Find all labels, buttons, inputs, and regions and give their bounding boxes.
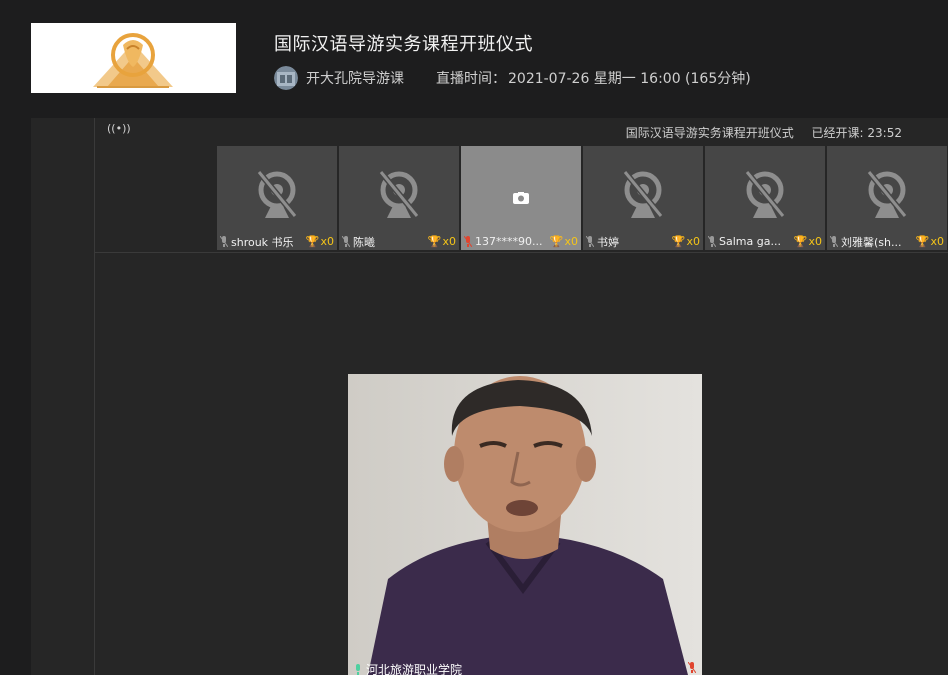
presenter-name: 河北旅游职业学院	[366, 663, 463, 675]
participant-name: Salma ga...	[719, 235, 781, 248]
classroom-status-bar: ((•)) 国际汉语导游实务课程开班仪式 已经开课: 23:52	[95, 118, 948, 146]
tile-footer: 陈曦 🏆 x0	[339, 233, 459, 250]
camera-off-icon	[744, 170, 786, 218]
course-logo	[31, 23, 236, 93]
mic-muted-icon	[342, 236, 350, 247]
left-rail	[31, 118, 95, 675]
trophy-count: x0	[442, 235, 456, 248]
elapsed-value: 23:52	[867, 126, 902, 140]
mic-active-icon	[356, 664, 360, 675]
trophy-icon: 🏆	[793, 235, 808, 248]
mic-muted-icon	[708, 236, 716, 247]
classroom-panel: ((•)) 国际汉语导游实务课程开班仪式 已经开课: 23:52 shrouk …	[31, 118, 948, 675]
participant-name: 陈曦	[353, 235, 375, 249]
tile-footer: 书婷 🏆 x0	[583, 233, 703, 250]
trophy-icon: 🏆	[671, 235, 686, 248]
camera-off-icon	[866, 170, 908, 218]
trophy-icon: 🏆	[427, 235, 442, 248]
trophy-icon: 🏆	[305, 235, 320, 248]
trophy-count: x0	[564, 235, 578, 248]
main-presenter-video[interactable]: 河北旅游职业学院	[348, 374, 702, 675]
course-title: 国际汉语导游实务课程开班仪式	[274, 34, 533, 55]
camera-paused-icon	[513, 192, 529, 204]
participant-name: shrouk 书乐	[231, 235, 294, 249]
participant-tile[interactable]: 书婷 🏆 x0	[583, 146, 703, 250]
teacher-avatar[interactable]	[274, 66, 298, 90]
participant-tile[interactable]: 刘雅馨(sh... 🏆 x0	[827, 146, 947, 250]
elapsed-label: 已经开课:	[811, 126, 864, 140]
teacher-name[interactable]: 开大孔院导游课	[306, 68, 404, 88]
mic-muted-red-icon	[464, 236, 472, 247]
presenter-label: 河北旅游职业学院	[354, 661, 462, 675]
participant-name: 刘雅馨(sh...	[841, 235, 902, 249]
participant-tile[interactable]: Salma ga... 🏆 x0	[705, 146, 825, 250]
trophy-count: x0	[686, 235, 700, 248]
tile-footer: Salma ga... 🏆 x0	[705, 233, 825, 250]
live-class-page: 国际汉语导游实务课程开班仪式 开大孔院导游课 直播时间： 2021-07-26 …	[0, 0, 948, 675]
trophy-count: x0	[930, 235, 944, 248]
camera-off-icon	[256, 170, 298, 218]
trophy-icon: 🏆	[549, 235, 564, 248]
camera-off-icon	[378, 170, 420, 218]
mic-muted-icon	[586, 236, 594, 247]
broadcast-icon: ((•))	[107, 122, 131, 135]
tile-footer: 刘雅馨(sh... 🏆 x0	[827, 233, 947, 250]
tile-footer: shrouk 书乐 🏆 x0	[217, 233, 337, 250]
tiles-divider	[95, 252, 948, 253]
teacher-info: 开大孔院导游课 直播时间： 2021-07-26 星期一 16:00 (165分…	[274, 66, 751, 90]
tile-footer: 137****90... 🏆 x0	[461, 233, 581, 250]
mic-muted-red-icon[interactable]	[688, 662, 696, 673]
trophy-count: x0	[808, 235, 822, 248]
participant-name: 137****90...	[475, 235, 543, 248]
mic-muted-icon	[830, 236, 838, 247]
participant-name: 书婷	[597, 235, 619, 249]
participant-tile-active[interactable]: 137****90... 🏆 x0	[461, 146, 581, 250]
avatar-icon	[274, 66, 298, 90]
class-status: 国际汉语导游实务课程开班仪式 已经开课: 23:52	[626, 124, 902, 141]
broadcast-time-label: 直播时间：	[436, 71, 506, 87]
participant-tile[interactable]: 陈曦 🏆 x0	[339, 146, 459, 250]
class-name: 国际汉语导游实务课程开班仪式	[625, 126, 794, 140]
logo-icon	[93, 33, 173, 88]
presenter-video-frame	[348, 374, 702, 675]
participant-tiles: shrouk 书乐 🏆 x0 陈曦 🏆 x0 137****90... 🏆 x0…	[217, 146, 948, 250]
trophy-icon: 🏆	[915, 235, 930, 248]
camera-off-icon	[622, 170, 664, 218]
trophy-count: x0	[320, 235, 334, 248]
participant-tile[interactable]: shrouk 书乐 🏆 x0	[217, 146, 337, 250]
broadcast-time-value: 2021-07-26 星期一 16:00 (165分钟)	[508, 71, 751, 87]
mic-muted-icon	[220, 236, 228, 247]
